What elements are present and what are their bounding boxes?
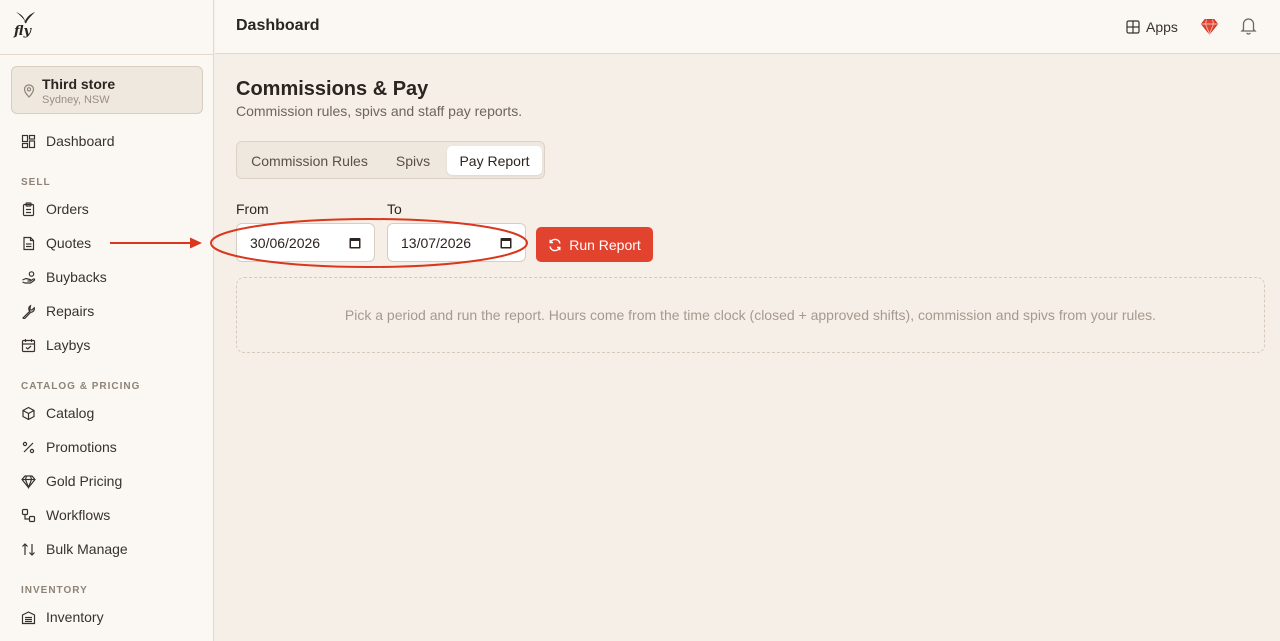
divider [0,54,214,55]
sidebar-item-label: Gold Pricing [46,473,123,489]
map-pin-icon [23,84,35,98]
from-label: From [236,201,269,217]
sidebar-item-label: Workflows [46,507,111,523]
sidebar-item-label: Laybys [46,337,91,353]
apps-button[interactable]: Apps [1126,15,1178,39]
top-bar: Dashboard Apps [215,0,1280,54]
sidebar-item-catalog[interactable]: Catalog [11,398,203,428]
sidebar-item-bulk-manage[interactable]: Bulk Manage [11,534,203,564]
run-report-button[interactable]: Run Report [536,227,653,262]
percent-icon [22,441,35,453]
sidebar-item-inventory[interactable]: Inventory [11,602,203,632]
tab-commission-rules[interactable]: Commission Rules [241,146,378,175]
sidebar-item-orders[interactable]: Orders [11,194,203,224]
sidebar-item-label: Orders [46,201,89,217]
nav-section-inventory: INVENTORY [21,585,88,596]
sidebar-item-label: Bulk Manage [46,541,128,557]
sidebar-item-laybys[interactable]: Laybys [11,330,203,360]
sidebar-item-label: Promotions [46,439,117,455]
gem-icon[interactable] [1200,17,1219,36]
page-subtitle: Commission rules, spivs and staff pay re… [236,103,523,119]
sidebar-item-buybacks[interactable]: Buybacks [11,262,203,292]
sidebar-item-repairs[interactable]: Repairs [11,296,203,326]
sort-arrows-icon [22,542,35,556]
store-name: Third store [42,76,116,92]
empty-state-message: Pick a period and run the report. Hours … [344,307,1157,323]
sidebar-item-promotions[interactable]: Promotions [11,432,203,462]
apps-label: Apps [1146,19,1178,35]
tab-pay-report[interactable]: Pay Report [447,146,542,175]
annotation-arrow-icon [110,237,202,249]
sidebar: fly Third store Sydney, NSW Dashboard SE… [0,0,214,641]
gem-icon [21,474,36,489]
to-label: To [387,201,402,217]
report-empty-state: Pick a period and run the report. Hours … [236,277,1265,353]
refresh-icon [549,238,561,251]
package-icon [22,406,35,420]
sidebar-item-label: Catalog [46,405,95,421]
tab-bar: Commission Rules Spivs Pay Report [236,141,545,179]
store-switcher[interactable]: Third store Sydney, NSW [11,66,203,114]
calendar-icon [21,338,36,352]
run-report-label: Run Report [569,236,641,253]
sidebar-item-gold-pricing[interactable]: Gold Pricing [11,466,203,496]
sidebar-item-workflows[interactable]: Workflows [11,500,203,530]
brand-logo-text: fly [14,24,32,39]
nav-section-catalog-pricing: CATALOG & PRICING [21,381,141,392]
tab-spivs[interactable]: Spivs [382,146,444,175]
wrench-icon [22,304,35,319]
sidebar-item-label: Dashboard [46,133,115,149]
bell-icon[interactable] [1240,16,1257,35]
dashboard-grid-icon [21,134,36,148]
sidebar-item-label: Buybacks [46,269,107,285]
nav-section-sell: SELL [21,177,51,188]
sidebar-item-dashboard[interactable]: Dashboard [11,126,203,156]
sidebar-item-label: Inventory [46,609,104,625]
hand-coins-icon [22,270,36,284]
warehouse-icon [21,610,36,624]
clipboard-icon [22,201,35,216]
apps-grid-icon [1126,20,1140,34]
topbar-title: Dashboard [236,17,320,34]
annotation-ellipse [210,218,528,268]
sidebar-item-label: Repairs [46,303,95,319]
workflow-icon [21,508,36,522]
page-title: Commissions & Pay [236,78,429,100]
document-icon [23,236,35,250]
store-location: Sydney, NSW [42,94,110,106]
sidebar-item-label: Quotes [46,235,92,251]
